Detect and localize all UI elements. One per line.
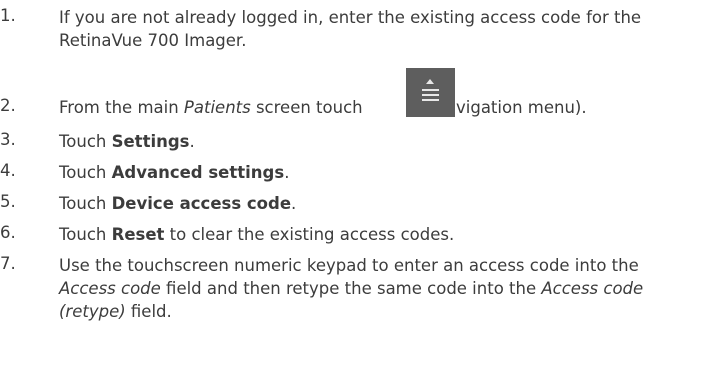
navigation-menu-icon-bar [422, 89, 439, 91]
field-name: Access code [59, 279, 161, 298]
step-text-line: Access code field and then retype the sa… [59, 277, 714, 300]
step-text-segment: Touch [59, 132, 112, 151]
step-number: 2. [0, 96, 16, 115]
step-text-segment: field. [125, 302, 172, 321]
step-text-segment: . [284, 163, 290, 182]
step-text-segment: Touch [59, 194, 112, 213]
step-text: From the main Patients screen touch (Nav… [59, 96, 714, 119]
field-name: Access code [541, 279, 644, 298]
field-name: (retype) [59, 302, 126, 321]
step-text-line: Use the touchscreen numeric keypad to en… [59, 256, 639, 275]
step-text-segment: Touch [59, 225, 112, 244]
screen-name: Patients [183, 98, 251, 117]
step-text-line: RetinaVue 700 Imager. [59, 31, 247, 50]
step-text-segment: From the main [59, 98, 184, 117]
ui-label: Reset [111, 225, 165, 244]
ui-label: Settings [111, 132, 190, 151]
navigation-menu-icon-arrow [426, 79, 434, 84]
step-number: 5. [0, 192, 16, 211]
step-text: Use the touchscreen numeric keypad to en… [59, 254, 714, 323]
step-number: 4. [0, 161, 16, 180]
step-number: 7. [0, 254, 16, 273]
step-text-segment: . [291, 194, 297, 213]
step-text: If you are not already logged in, enter … [59, 6, 714, 52]
step-text: Touch Reset to clear the existing access… [59, 223, 714, 246]
step-text-segment: to clear the existing access codes. [164, 225, 455, 244]
step-text-segment: field and then retype the same code into… [160, 279, 542, 298]
navigation-menu-icon-bar [422, 94, 439, 96]
step-text: Touch Device access code. [59, 192, 714, 215]
ui-label: Device access code [111, 194, 292, 213]
step-number: 1. [0, 6, 16, 25]
navigation-menu-icon-bar [422, 99, 439, 101]
navigation-menu-icon [406, 68, 455, 117]
step-text-line: (retype) field. [59, 300, 714, 323]
step-text-segment: . [189, 132, 195, 151]
step-number: 3. [0, 130, 16, 149]
step-text: Touch Advanced settings. [59, 161, 714, 184]
ui-label: Advanced settings [111, 163, 285, 182]
step-text: Touch Settings. [59, 130, 714, 153]
step-text-segment: Touch [59, 163, 112, 182]
step-text-line: If you are not already logged in, enter … [59, 8, 642, 27]
step-text-segment: screen touch [250, 98, 368, 117]
step-number: 6. [0, 223, 16, 242]
